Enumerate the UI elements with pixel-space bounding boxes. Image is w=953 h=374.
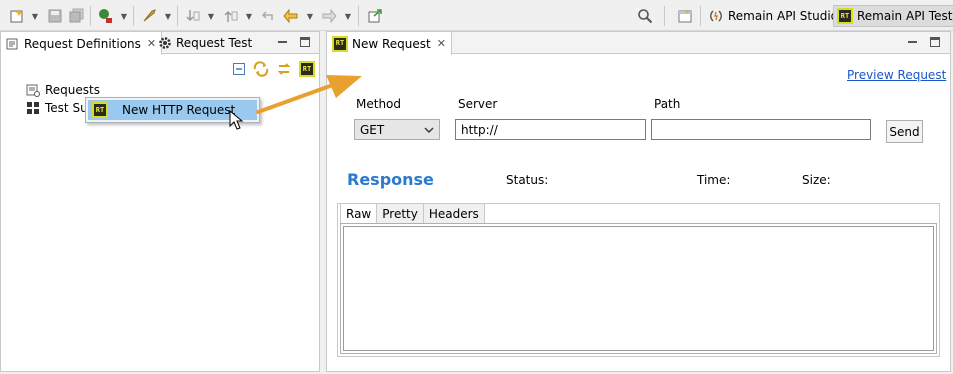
perspective-label: Remain API Studio xyxy=(728,9,838,23)
deploy-dropdown-chevron-icon[interactable]: ▼ xyxy=(163,8,173,24)
toolbar-separator xyxy=(700,6,701,26)
rt-badge-icon: RT xyxy=(837,8,853,24)
path-label: Path xyxy=(654,97,681,111)
eclipse-window: ▼ ▼ ▼ ▼ ▼ ▼ ▼ Remain API Studio RT Remai… xyxy=(0,0,953,374)
toolbar-separator xyxy=(177,6,178,26)
tab-label: New Request xyxy=(352,36,431,51)
requests-folder-icon xyxy=(25,82,41,98)
new-file-icon[interactable] xyxy=(8,7,26,25)
rt-badge-icon: RT xyxy=(332,35,348,52)
test-suite-icon xyxy=(25,100,41,116)
link-with-editor-icon[interactable] xyxy=(253,61,269,77)
path-input[interactable] xyxy=(651,119,871,140)
tab-label: Request Test xyxy=(176,36,253,50)
tab-raw[interactable]: Raw xyxy=(340,203,378,224)
editor-tab-strip: RT New Request ✕ xyxy=(327,32,950,55)
size-label: Size: xyxy=(802,173,831,187)
main-toolbar: ▼ ▼ ▼ ▼ ▼ ▼ ▼ Remain API Studio RT Remai… xyxy=(0,0,953,31)
response-title: Response xyxy=(347,170,434,189)
forward-arrow-icon[interactable] xyxy=(320,7,338,25)
chevron-down-icon xyxy=(424,127,434,133)
method-label: Method xyxy=(356,97,402,111)
preview-request-link[interactable]: Preview Request xyxy=(847,68,946,82)
request-definitions-icon xyxy=(6,37,20,51)
mouse-cursor-icon xyxy=(229,110,244,130)
tab-label: Request Definitions xyxy=(24,36,141,51)
remain-studio-icon xyxy=(708,8,724,24)
close-icon[interactable]: ✕ xyxy=(437,37,446,50)
server-label: Server xyxy=(458,97,498,111)
rt-badge-icon[interactable]: RT xyxy=(299,61,315,77)
server-value: http:// xyxy=(461,122,498,137)
tab-pretty[interactable]: Pretty xyxy=(377,203,424,224)
rt-badge-label: RT xyxy=(299,61,315,77)
sync-icon[interactable] xyxy=(276,61,292,77)
next-annotation-chevron-icon[interactable]: ▼ xyxy=(206,8,216,24)
maximize-icon[interactable] xyxy=(930,37,940,47)
tab-new-request[interactable]: RT New Request ✕ xyxy=(327,32,452,55)
new-dropdown-chevron-icon[interactable]: ▼ xyxy=(30,8,40,24)
run-dropdown-chevron-icon[interactable]: ▼ xyxy=(119,8,129,24)
prev-annotation-icon[interactable] xyxy=(222,7,240,25)
tab-request-definitions[interactable]: Request Definitions ✕ xyxy=(1,32,163,55)
forward-dropdown-chevron-icon[interactable]: ▼ xyxy=(343,8,353,24)
tab-headers[interactable]: Headers xyxy=(423,203,485,224)
response-text-area[interactable] xyxy=(343,226,934,351)
open-task-icon[interactable] xyxy=(366,7,384,25)
collapse-all-icon[interactable] xyxy=(231,61,247,77)
save-icon[interactable] xyxy=(46,7,64,25)
next-annotation-icon[interactable] xyxy=(184,7,202,25)
status-label: Status: xyxy=(506,173,549,187)
tab-request-test[interactable]: Request Test xyxy=(153,32,257,54)
minimize-icon[interactable] xyxy=(277,36,289,48)
left-view-tab-strip: Request Definitions ✕ Request Test xyxy=(1,32,319,55)
last-edit-icon[interactable] xyxy=(258,7,276,25)
toolbar-separator xyxy=(358,6,359,26)
tree-item-test-suites[interactable]: Test Sui xyxy=(25,99,91,117)
method-select[interactable]: GET xyxy=(354,119,440,140)
response-body[interactable] xyxy=(340,223,937,354)
prev-annotation-chevron-icon[interactable]: ▼ xyxy=(244,8,254,24)
back-arrow-icon[interactable] xyxy=(282,7,300,25)
open-perspective-icon[interactable] xyxy=(676,7,694,25)
save-all-icon[interactable] xyxy=(68,7,86,25)
back-dropdown-chevron-icon[interactable]: ▼ xyxy=(305,8,315,24)
server-input[interactable]: http:// xyxy=(455,119,646,140)
gear-icon xyxy=(158,36,172,50)
perspective-remain-api-test[interactable]: RT Remain API Test xyxy=(833,5,953,27)
tree-item-label: Requests xyxy=(45,83,100,97)
toolbar-separator xyxy=(133,6,134,26)
perspective-remain-api-studio[interactable]: Remain API Studio xyxy=(705,5,842,27)
rt-badge-icon: RT xyxy=(92,102,108,118)
request-definitions-view: Request Definitions ✕ Request Test RT Re… xyxy=(0,31,320,372)
menu-item-label: New HTTP Request xyxy=(122,103,236,117)
response-tabs: Raw Pretty Headers xyxy=(340,203,485,224)
run-debug-icon[interactable] xyxy=(96,7,114,25)
toolbar-separator xyxy=(664,6,665,26)
maximize-icon[interactable] xyxy=(300,37,310,47)
toolbar-separator xyxy=(90,6,91,26)
deploy-rocket-icon[interactable] xyxy=(140,7,158,25)
minimize-icon[interactable] xyxy=(907,36,919,48)
send-button[interactable]: Send xyxy=(886,120,923,143)
search-icon[interactable] xyxy=(636,7,654,25)
time-label: Time: xyxy=(697,173,731,187)
perspective-label: Remain API Test xyxy=(857,9,953,23)
method-value: GET xyxy=(360,122,385,137)
